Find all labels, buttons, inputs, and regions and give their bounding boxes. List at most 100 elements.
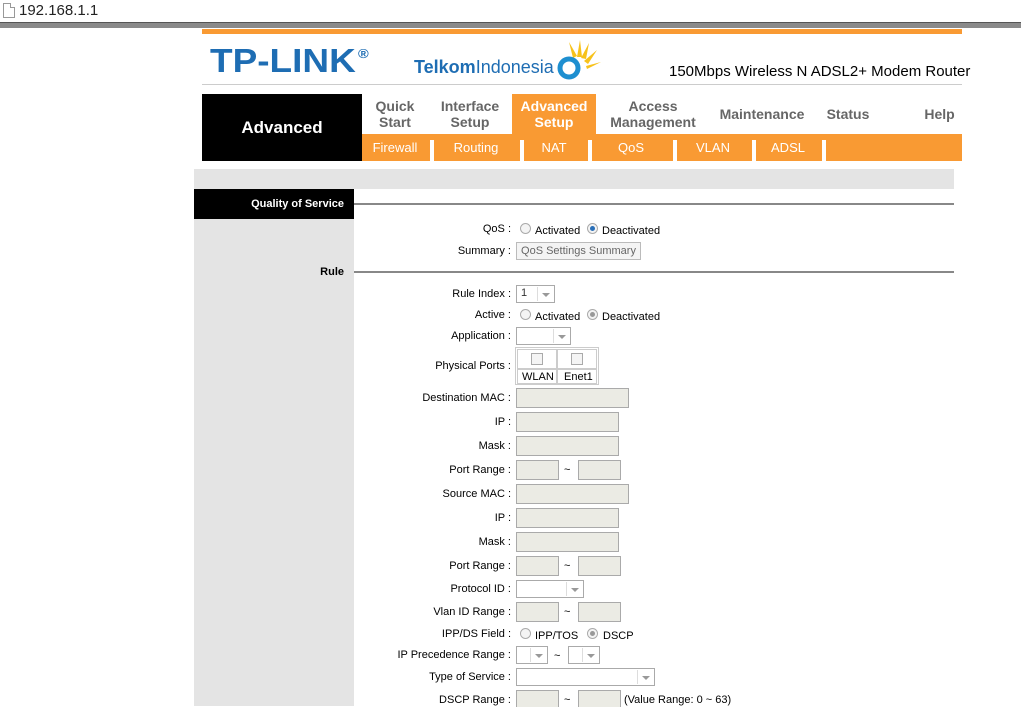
dest-mac-input[interactable] [516, 388, 629, 408]
qos-activated-radio[interactable] [520, 223, 531, 234]
qos-label: QoS : [482, 223, 511, 235]
protocol-id-select[interactable] [516, 580, 584, 598]
dest-port-start-input[interactable] [516, 460, 559, 480]
dscp-start-input[interactable] [516, 690, 559, 707]
dscp-value-range-hint: (Value Range: 0 ~ 63) [624, 694, 732, 706]
wlan-label: WLAN [522, 371, 554, 383]
ipp-tos-label: IPP/TOS [535, 630, 579, 642]
physical-ports-table: WLAN Enet1 [515, 347, 599, 385]
header-accent-bar [202, 29, 962, 34]
chevron-down-icon [537, 287, 553, 301]
qos-section-title: Quality of Service [194, 189, 354, 219]
header-divider [202, 84, 962, 85]
physical-ports-label: Physical Ports : [435, 360, 511, 372]
dscp-range-label: DSCP Range : [439, 694, 511, 706]
enet1-label: Enet1 [564, 371, 593, 383]
active-activated-radio[interactable] [520, 309, 531, 320]
port-cell [517, 349, 557, 369]
summary-label: Summary : [457, 245, 511, 257]
ippds-field-label: IPP/DS Field : [441, 628, 511, 640]
src-mac-label: Source MAC : [442, 488, 511, 500]
dest-mac-label: Destination MAC : [422, 392, 511, 404]
registered-mark: ® [358, 46, 369, 61]
protocol-id-label: Protocol ID : [450, 583, 511, 595]
range-separator: ~ [564, 560, 571, 572]
qos-activated-label: Activated [535, 225, 581, 237]
src-port-end-input[interactable] [578, 556, 621, 576]
dest-port-range-label: Port Range : [449, 464, 511, 476]
tab-advanced-setup[interactable]: Advanced Setup [512, 94, 596, 134]
subtab-vlan[interactable]: VLAN [677, 134, 749, 161]
subtab-firewall[interactable]: Firewall [362, 134, 428, 161]
telkom-sun-icon [557, 40, 601, 80]
rule-index-label: Rule Index : [452, 288, 511, 300]
document-icon [3, 3, 15, 18]
dest-ip-input[interactable] [516, 412, 619, 432]
main-nav: Quick Start Interface Setup Advanced Setup … [362, 94, 962, 134]
url-text[interactable]: 192.168.1.1 [19, 2, 98, 19]
subtab-routing[interactable]: Routing [434, 134, 518, 161]
vlan-id-start-input[interactable] [516, 602, 559, 622]
tp-link-logo: TP-LINK ® [210, 42, 369, 80]
active-deactivated-label: Deactivated [602, 311, 661, 323]
ip-precedence-range-label: IP Precedence Range : [397, 649, 511, 661]
dest-mask-input[interactable] [516, 436, 619, 456]
vlan-id-range-label: Vlan ID Range : [433, 606, 511, 618]
tab-interface-setup[interactable]: Interface Setup [428, 94, 512, 134]
product-name: 150Mbps Wireless N ADSL2+ Modem Router [669, 63, 971, 80]
src-port-range-label: Port Range : [449, 560, 511, 572]
active-deactivated-radio[interactable] [587, 309, 598, 320]
src-port-start-input[interactable] [516, 556, 559, 576]
vlan-id-end-input[interactable] [578, 602, 621, 622]
subtab-adsl[interactable]: ADSL [756, 134, 820, 161]
enet1-checkbox[interactable] [571, 353, 583, 365]
rule-index-select[interactable]: 1 [516, 285, 555, 303]
partner-rest: Indonesia [475, 57, 554, 77]
active-activated-label: Activated [535, 311, 581, 323]
rule-section-title: Rule [320, 266, 344, 278]
tab-status[interactable]: Status [814, 94, 882, 134]
partner-bold: Telkom [414, 57, 476, 77]
dscp-radio[interactable] [587, 628, 598, 639]
wlan-checkbox[interactable] [531, 353, 543, 365]
qos-deactivated-radio[interactable] [587, 223, 598, 234]
subnav-separator [822, 140, 826, 161]
tab-quick-start[interactable]: Quick Start [362, 94, 428, 134]
content-top-bar [194, 169, 954, 189]
section-divider [354, 271, 954, 273]
application-select[interactable] [516, 327, 571, 345]
ip-precedence-end-select[interactable] [568, 646, 600, 664]
dscp-label: DSCP [603, 630, 634, 642]
ipp-tos-radio[interactable] [520, 628, 531, 639]
sub-nav: Firewall Routing NAT QoS VLAN ADSL [362, 134, 962, 161]
type-of-service-label: Type of Service : [429, 671, 511, 683]
subtab-nat[interactable]: NAT [524, 134, 584, 161]
range-separator: ~ [554, 650, 561, 662]
address-bar[interactable]: 192.168.1.1 [0, 0, 1021, 22]
section-title: Advanced [202, 94, 362, 161]
qos-settings-summary-button[interactable]: QoS Settings Summary [516, 242, 641, 260]
tab-maintenance[interactable]: Maintenance [710, 94, 814, 134]
application-label: Application : [451, 330, 511, 342]
tab-access-management[interactable]: Access Management [596, 94, 710, 134]
active-label: Active : [474, 309, 511, 321]
left-panel [194, 219, 354, 706]
src-mac-input[interactable] [516, 484, 629, 504]
dest-port-end-input[interactable] [578, 460, 621, 480]
subtab-qos[interactable]: QoS [592, 134, 670, 161]
browser-divider [0, 22, 1021, 28]
chevron-down-icon [530, 648, 546, 662]
range-separator: ~ [564, 464, 571, 476]
telkom-logo: TelkomIndonesia [414, 57, 554, 78]
dscp-end-input[interactable] [578, 690, 621, 707]
chevron-down-icon [582, 648, 598, 662]
type-of-service-select[interactable] [516, 668, 655, 686]
chevron-down-icon [637, 670, 653, 684]
range-separator: ~ [564, 694, 571, 706]
ip-precedence-start-select[interactable] [516, 646, 548, 664]
tab-help[interactable]: Help [907, 94, 972, 134]
port-cell: WLAN [517, 369, 557, 384]
src-mask-input[interactable] [516, 532, 619, 552]
src-ip-label: IP : [494, 512, 511, 524]
src-ip-input[interactable] [516, 508, 619, 528]
